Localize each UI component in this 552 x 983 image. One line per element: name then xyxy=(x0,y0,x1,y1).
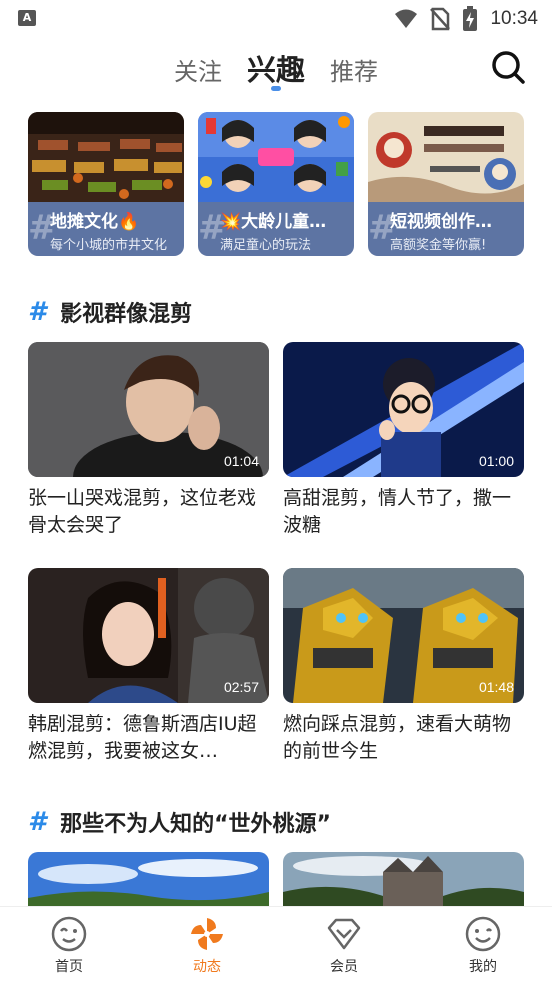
app-notification-icon: A xyxy=(18,10,36,26)
topic-card-big-kids[interactable]: # 💥大龄儿童… 满足童心的玩法 xyxy=(198,112,354,256)
video-card[interactable]: 01:00 高甜混剪，情人节了，撒一波糖 xyxy=(283,342,524,539)
video-thumbnail xyxy=(283,852,524,906)
home-face-icon xyxy=(51,916,87,952)
nav-vip[interactable]: 会员 xyxy=(304,915,384,976)
video-duration: 01:04 xyxy=(223,453,259,469)
topic-title: 短视频创作… xyxy=(390,212,492,232)
nav-home[interactable]: 首页 xyxy=(29,915,109,976)
video-duration: 01:00 xyxy=(478,453,514,469)
video-title: 燃向踩点混剪，速看大萌物的前世今生 xyxy=(283,713,512,762)
wifi-icon xyxy=(395,9,418,28)
tab-recommend[interactable]: 推荐 xyxy=(330,52,378,87)
nav-label: 会员 xyxy=(330,959,358,975)
topic-carousel: # 地摊文化🔥 每个小城的市井文化 # 💥大龄儿童… 满足童心的玩法 # 短视频… xyxy=(28,112,528,256)
video-duration: 02:57 xyxy=(223,679,259,695)
video-card[interactable] xyxy=(283,852,524,906)
video-duration: 01:48 xyxy=(478,679,514,695)
topic-thumbnail xyxy=(28,112,184,202)
topic-card-street-food[interactable]: # 地摊文化🔥 每个小城的市井文化 xyxy=(28,112,184,256)
nav-me[interactable]: 我的 xyxy=(443,915,523,976)
tab-interest[interactable]: 兴趣 xyxy=(247,47,305,89)
video-thumbnail: 01:04 xyxy=(28,342,269,477)
topic-title: 💥大龄儿童… xyxy=(220,212,327,232)
video-card[interactable] xyxy=(28,852,269,906)
video-thumbnail-image xyxy=(283,852,524,906)
video-thumbnail: 01:00 xyxy=(283,342,524,477)
active-tab-indicator xyxy=(271,86,281,91)
topic-card-short-video-contest[interactable]: # 短视频创作… 高额奖金等你赢! xyxy=(368,112,524,256)
video-thumbnail-image xyxy=(28,852,269,906)
topic-thumbnail xyxy=(198,112,354,202)
topic-subtitle: 每个小城的市井文化 xyxy=(50,238,168,253)
section-title-film-mashup[interactable]: # 影视群像混剪 xyxy=(28,296,192,328)
top-tab-bar: 关注 兴趣 推荐 xyxy=(0,44,552,100)
topic-thumbnail xyxy=(368,112,524,202)
video-card[interactable]: 01:04 张一山哭戏混剪，这位老戏骨太会哭了 xyxy=(28,342,269,539)
video-thumbnail: 02:57 xyxy=(28,568,269,703)
nav-label: 动态 xyxy=(193,959,221,975)
topic-title: 地摊文化🔥 xyxy=(50,212,140,232)
status-bar: A 10:34 xyxy=(0,0,552,38)
video-thumbnail xyxy=(28,852,269,906)
nav-feed[interactable]: 动态 xyxy=(167,915,247,976)
nav-label: 我的 xyxy=(469,959,497,975)
diamond-icon xyxy=(327,918,361,950)
topic-info: # 💥大龄儿童… 满足童心的玩法 xyxy=(198,202,354,256)
status-icons: 10:34 xyxy=(394,6,538,32)
video-title: 张一山哭戏混剪，这位老戏骨太会哭了 xyxy=(28,487,257,536)
tab-follow[interactable]: 关注 xyxy=(174,52,222,87)
topic-subtitle: 满足童心的玩法 xyxy=(220,238,312,253)
bottom-nav-bar: 首页 动态 会员 我的 xyxy=(0,906,552,983)
topic-subtitle: 高额奖金等你赢! xyxy=(390,238,487,253)
hashtag-icon: # xyxy=(28,807,47,837)
section-title-text: 那些不为人知的“世外桃源” xyxy=(60,812,332,837)
hashtag-icon: # xyxy=(28,297,47,327)
smile-face-icon xyxy=(465,916,501,952)
no-sim-icon xyxy=(430,7,451,31)
video-title: 高甜混剪，情人节了，撒一波糖 xyxy=(283,487,512,536)
section-title-text: 影视群像混剪 xyxy=(60,302,193,327)
topic-info: # 地摊文化🔥 每个小城的市井文化 xyxy=(28,202,184,256)
nav-label: 首页 xyxy=(55,959,83,975)
battery-charging-icon xyxy=(463,6,478,31)
video-card[interactable]: 01:48 燃向踩点混剪，速看大萌物的前世今生 xyxy=(283,568,524,765)
search-icon[interactable] xyxy=(490,49,526,85)
topic-info: # 短视频创作… 高额奖金等你赢! xyxy=(368,202,524,256)
pinwheel-icon xyxy=(191,918,223,950)
section-title-hidden-paradise[interactable]: # 那些不为人知的“世外桃源” xyxy=(28,806,331,838)
video-card[interactable]: 02:57 韩剧混剪：德鲁斯酒店IU超燃混剪，我要被这女… xyxy=(28,568,269,765)
clock: 10:34 xyxy=(490,8,538,29)
video-title: 韩剧混剪：德鲁斯酒店IU超燃混剪，我要被这女… xyxy=(28,713,257,762)
video-thumbnail: 01:48 xyxy=(283,568,524,703)
